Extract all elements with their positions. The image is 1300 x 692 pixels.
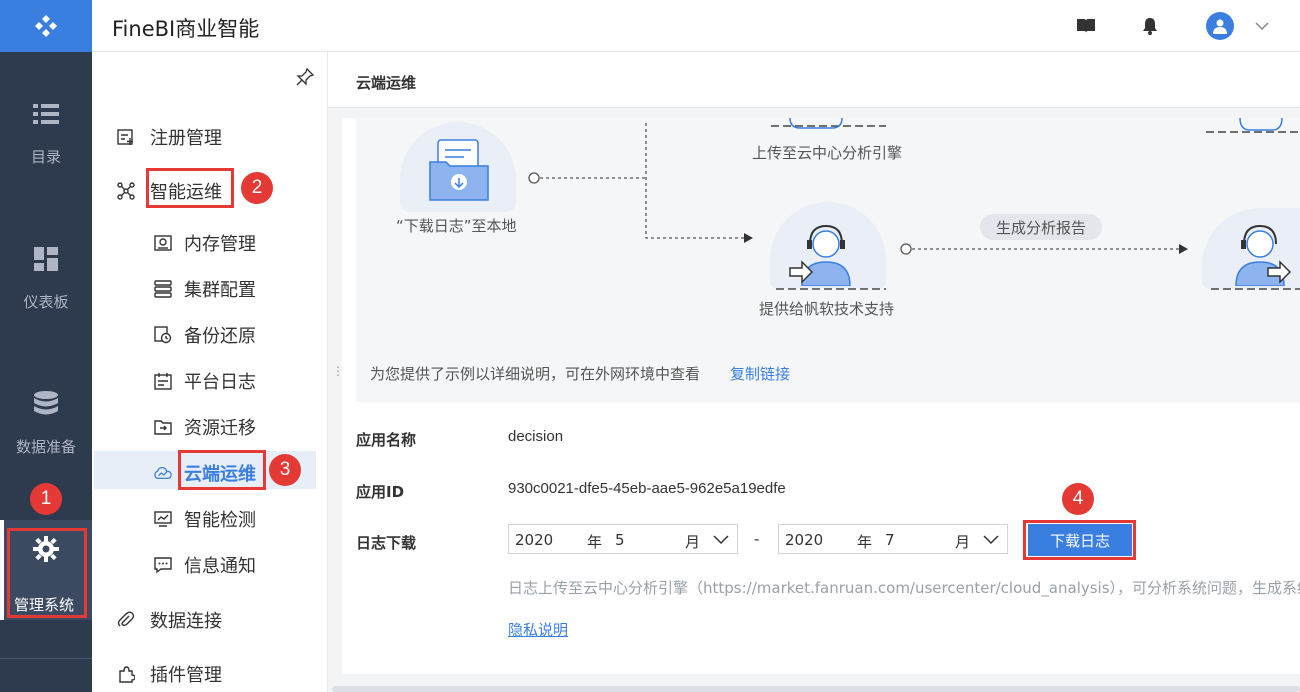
annotation-box-3 [178, 450, 266, 490]
chevron-down-icon[interactable] [1254, 18, 1270, 34]
flow-diagram: “下载日志”至本地 上传至云中心分析引擎 提供给帆软技术支持 [356, 118, 1300, 402]
nav-item-label: 内存管理 [184, 234, 256, 255]
plugin-icon [116, 664, 136, 684]
from-date-select[interactable]: 2020 年 5 月 [508, 524, 738, 554]
monitor-icon [154, 510, 172, 528]
nav-item-smart-detect[interactable]: 智能检测 [154, 506, 256, 532]
register-icon [116, 127, 136, 147]
nav-item-label: 智能检测 [184, 510, 256, 531]
support-agent-icon [789, 224, 851, 286]
nav-item-label: 注册管理 [150, 128, 222, 149]
nav-item-label: 资源迁移 [184, 418, 256, 439]
annotation-badge-3: 3 [269, 454, 301, 486]
chevron-down-icon [983, 535, 999, 545]
rail-divider [0, 658, 92, 659]
to-date-select[interactable]: 2020 年 7 月 [778, 524, 1008, 554]
annotation-badge-1: 1 [30, 483, 62, 515]
active-indicator [0, 520, 4, 620]
list-icon [32, 100, 60, 128]
app-id-value: 930c0021-dfe5-45eb-aae5-962e5a19edfe [508, 480, 786, 497]
to-month: 7 [885, 531, 895, 549]
app-title: FineBI商业智能 [112, 17, 260, 41]
nav-item-data-connect[interactable]: 数据连接 [116, 607, 222, 633]
rail-item-data-prep[interactable]: 数据准备 [0, 390, 92, 457]
folder-download-icon [429, 139, 489, 201]
annotation-box-2 [146, 168, 234, 208]
book-icon[interactable] [1076, 16, 1096, 36]
report-agent-icon [1235, 224, 1292, 286]
app-id-label: 应用ID [356, 483, 405, 501]
app-name-label: 应用名称 [356, 431, 417, 449]
nav-item-cluster[interactable]: 集群配置 [154, 276, 256, 302]
annotation-badge-4: 4 [1062, 483, 1094, 515]
top-header: FineBI商业智能 [92, 0, 1300, 52]
nav-item-label: 信息通知 [184, 556, 256, 577]
from-year: 2020 [515, 531, 554, 549]
chevron-down-icon [713, 535, 729, 545]
from-month-unit: 月 [685, 533, 701, 551]
cluster-icon [154, 280, 172, 298]
page-title-bar: 云端运维 [328, 52, 1300, 108]
ops-icon [116, 181, 136, 201]
nav-item-memory[interactable]: 内存管理 [154, 230, 256, 256]
nav-item-migrate[interactable]: 资源迁移 [154, 414, 256, 440]
from-year-unit: 年 [587, 533, 603, 551]
page-title: 云端运维 [356, 74, 417, 92]
message-icon [154, 556, 172, 574]
horizontal-scrollbar[interactable] [332, 686, 1300, 692]
to-month-unit: 月 [955, 533, 971, 551]
bell-icon[interactable] [1140, 16, 1160, 36]
rail-item-label: 仪表板 [23, 293, 69, 311]
app-name-value: decision [508, 428, 564, 445]
example-note: 为您提供了示例以详细说明，可在外网环境中查看 [370, 365, 701, 383]
from-month: 5 [615, 531, 625, 549]
nav-item-label: 集群配置 [184, 280, 256, 301]
memory-icon [154, 234, 172, 252]
to-year: 2020 [785, 531, 824, 549]
nav-item-platform-log[interactable]: 平台日志 [154, 368, 256, 394]
cloud-icon [154, 464, 172, 482]
nav-item-label: 备份还原 [184, 326, 256, 347]
user-icon [1213, 19, 1227, 34]
log-icon [154, 372, 172, 390]
link-icon [116, 610, 136, 630]
migrate-icon [154, 418, 172, 436]
resize-handle[interactable]: ⋮ [332, 364, 344, 384]
backup-icon [154, 326, 172, 344]
upload-hint: 日志上传至云中心分析引擎（https://market.fanruan.com/… [508, 579, 1300, 597]
nav-item-label: 平台日志 [184, 372, 256, 393]
nav-item-notify[interactable]: 信息通知 [154, 552, 256, 578]
flow-step-upload: 上传至云中心分析引擎 [752, 144, 903, 162]
rail-item-label: 数据准备 [15, 438, 76, 456]
nav-item-label: 数据连接 [150, 611, 222, 632]
copy-link[interactable]: 复制链接 [730, 363, 790, 384]
annotation-box-1 [7, 528, 87, 618]
pin-icon[interactable] [296, 67, 315, 86]
privacy-link[interactable]: 隐私说明 [508, 619, 568, 640]
secondary-nav: 注册管理 智能运维 内存管理 集群配置 备份还原 平台日志 资源迁移 云端运维 … [92, 52, 328, 692]
nav-item-plugin[interactable]: 插件管理 [116, 661, 222, 687]
flow-step-support: 提供给帆软技术支持 [759, 300, 895, 318]
nav-item-label: 插件管理 [150, 665, 222, 686]
annotation-box-4 [1023, 520, 1136, 560]
range-separator: - [754, 530, 760, 548]
nav-item-backup[interactable]: 备份还原 [154, 322, 256, 348]
rail-item-dashboard[interactable]: 仪表板 [0, 245, 92, 312]
nav-item-register[interactable]: 注册管理 [116, 124, 222, 150]
user-avatar[interactable] [1206, 12, 1234, 40]
logo-icon [35, 15, 57, 37]
rail-item-catalog[interactable]: 目录 [0, 100, 92, 167]
app-logo[interactable] [0, 0, 92, 52]
to-year-unit: 年 [857, 533, 873, 551]
flow-step-download: “下载日志”至本地 [396, 217, 517, 235]
rail-item-label: 目录 [30, 148, 61, 166]
dashboard-icon [32, 245, 60, 273]
database-icon [32, 390, 60, 418]
generate-report-tag: 生成分析报告 [980, 214, 1102, 240]
annotation-badge-2: 2 [241, 172, 273, 204]
log-download-label: 日志下载 [356, 534, 417, 552]
